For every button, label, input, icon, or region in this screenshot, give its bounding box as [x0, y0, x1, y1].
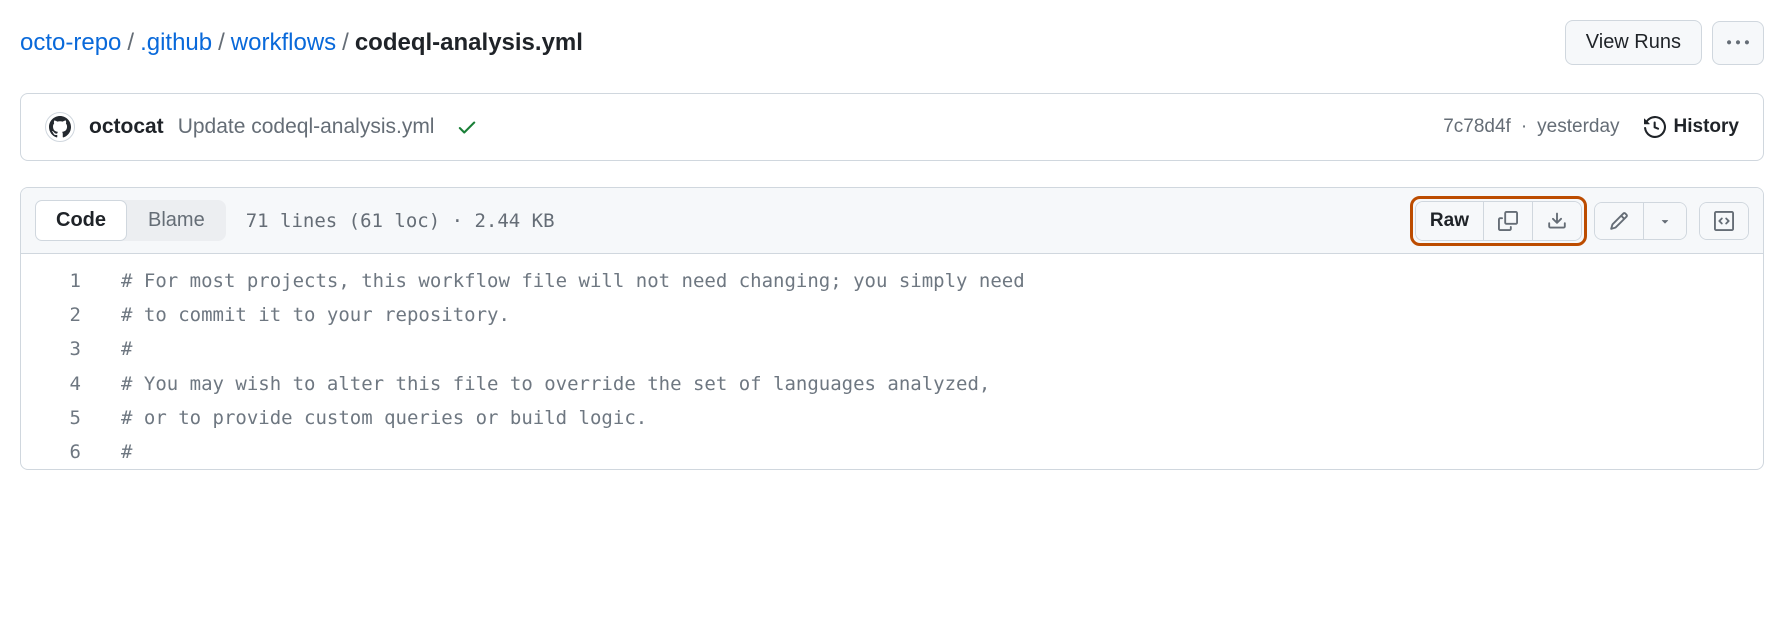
breadcrumb-link-workflows[interactable]: workflows [231, 29, 336, 57]
more-options-button[interactable] [1712, 21, 1764, 65]
tab-blame[interactable]: Blame [127, 200, 226, 241]
code-line: 2 # to commit it to your repository. [21, 298, 1763, 332]
avatar[interactable] [45, 112, 75, 142]
symbols-button[interactable] [1700, 203, 1748, 239]
copy-icon [1498, 211, 1518, 231]
top-row: octo-repo / .github / workflows / codeql… [20, 20, 1764, 65]
commit-time: yesterday [1537, 116, 1619, 138]
download-icon [1547, 211, 1567, 231]
tab-group: Code Blame [35, 200, 226, 241]
file-info: 71 lines (61 loc) · 2.44 KB [246, 210, 555, 232]
line-number[interactable]: 6 [21, 435, 121, 469]
history-link[interactable]: History [1644, 116, 1739, 138]
line-content: # For most projects, this workflow file … [121, 264, 1025, 298]
edit-button[interactable] [1595, 203, 1643, 239]
commit-box: octocat Update codeql-analysis.yml 7c78d… [20, 93, 1764, 161]
code-line: 6 # [21, 435, 1763, 469]
line-content: # [121, 435, 132, 469]
commit-left: octocat Update codeql-analysis.yml [45, 112, 478, 142]
code-line: 5 # or to provide custom queries or buil… [21, 401, 1763, 435]
line-number[interactable]: 4 [21, 367, 121, 401]
status-check-icon[interactable] [456, 116, 478, 138]
breadcrumb: octo-repo / .github / workflows / codeql… [20, 29, 583, 57]
symbols-button-group [1699, 202, 1749, 240]
breadcrumb-sep: / [218, 29, 225, 57]
line-content: # or to provide custom queries or build … [121, 401, 647, 435]
code-header-left: Code Blame 71 lines (61 loc) · 2.44 KB [35, 200, 555, 241]
commit-hash[interactable]: 7c78d4f [1443, 116, 1511, 138]
code-header-right: Raw [1415, 201, 1749, 241]
commit-author[interactable]: octocat [89, 115, 164, 139]
breadcrumb-sep: / [127, 29, 134, 57]
triangle-down-icon [1658, 214, 1672, 228]
commit-message[interactable]: Update codeql-analysis.yml [178, 115, 435, 139]
code-line: 1 # For most projects, this workflow fil… [21, 264, 1763, 298]
breadcrumb-sep: / [342, 29, 349, 57]
breadcrumb-current: codeql-analysis.yml [355, 29, 583, 57]
line-number[interactable]: 5 [21, 401, 121, 435]
commit-right: 7c78d4f · yesterday History [1443, 116, 1739, 138]
history-label: History [1674, 116, 1739, 138]
line-content: # [121, 332, 132, 366]
code-line: 3 # [21, 332, 1763, 366]
pencil-icon [1609, 211, 1629, 231]
code-line: 4 # You may wish to alter this file to o… [21, 367, 1763, 401]
breadcrumb-link-repo[interactable]: octo-repo [20, 29, 121, 57]
line-content: # to commit it to your repository. [121, 298, 510, 332]
kebab-horizontal-icon [1727, 32, 1749, 54]
line-number[interactable]: 2 [21, 298, 121, 332]
copy-button[interactable] [1483, 202, 1532, 240]
octocat-icon [49, 116, 71, 138]
top-actions: View Runs [1565, 20, 1764, 65]
raw-button[interactable]: Raw [1416, 202, 1483, 240]
raw-highlight: Raw [1415, 201, 1582, 241]
line-number[interactable]: 1 [21, 264, 121, 298]
code-body: 1 # For most projects, this workflow fil… [21, 254, 1763, 469]
edit-button-group [1594, 202, 1687, 240]
view-runs-button[interactable]: View Runs [1565, 20, 1702, 65]
download-button[interactable] [1532, 202, 1581, 240]
edit-dropdown-button[interactable] [1643, 203, 1686, 239]
raw-button-group: Raw [1415, 201, 1582, 241]
history-icon [1644, 116, 1666, 138]
breadcrumb-link-github[interactable]: .github [140, 29, 212, 57]
line-number[interactable]: 3 [21, 332, 121, 366]
code-square-icon [1714, 211, 1734, 231]
dot-sep: · [1521, 116, 1527, 138]
tab-code[interactable]: Code [35, 200, 127, 241]
code-container: Code Blame 71 lines (61 loc) · 2.44 KB R… [20, 187, 1764, 470]
line-content: # You may wish to alter this file to ove… [121, 367, 990, 401]
code-header: Code Blame 71 lines (61 loc) · 2.44 KB R… [21, 188, 1763, 254]
